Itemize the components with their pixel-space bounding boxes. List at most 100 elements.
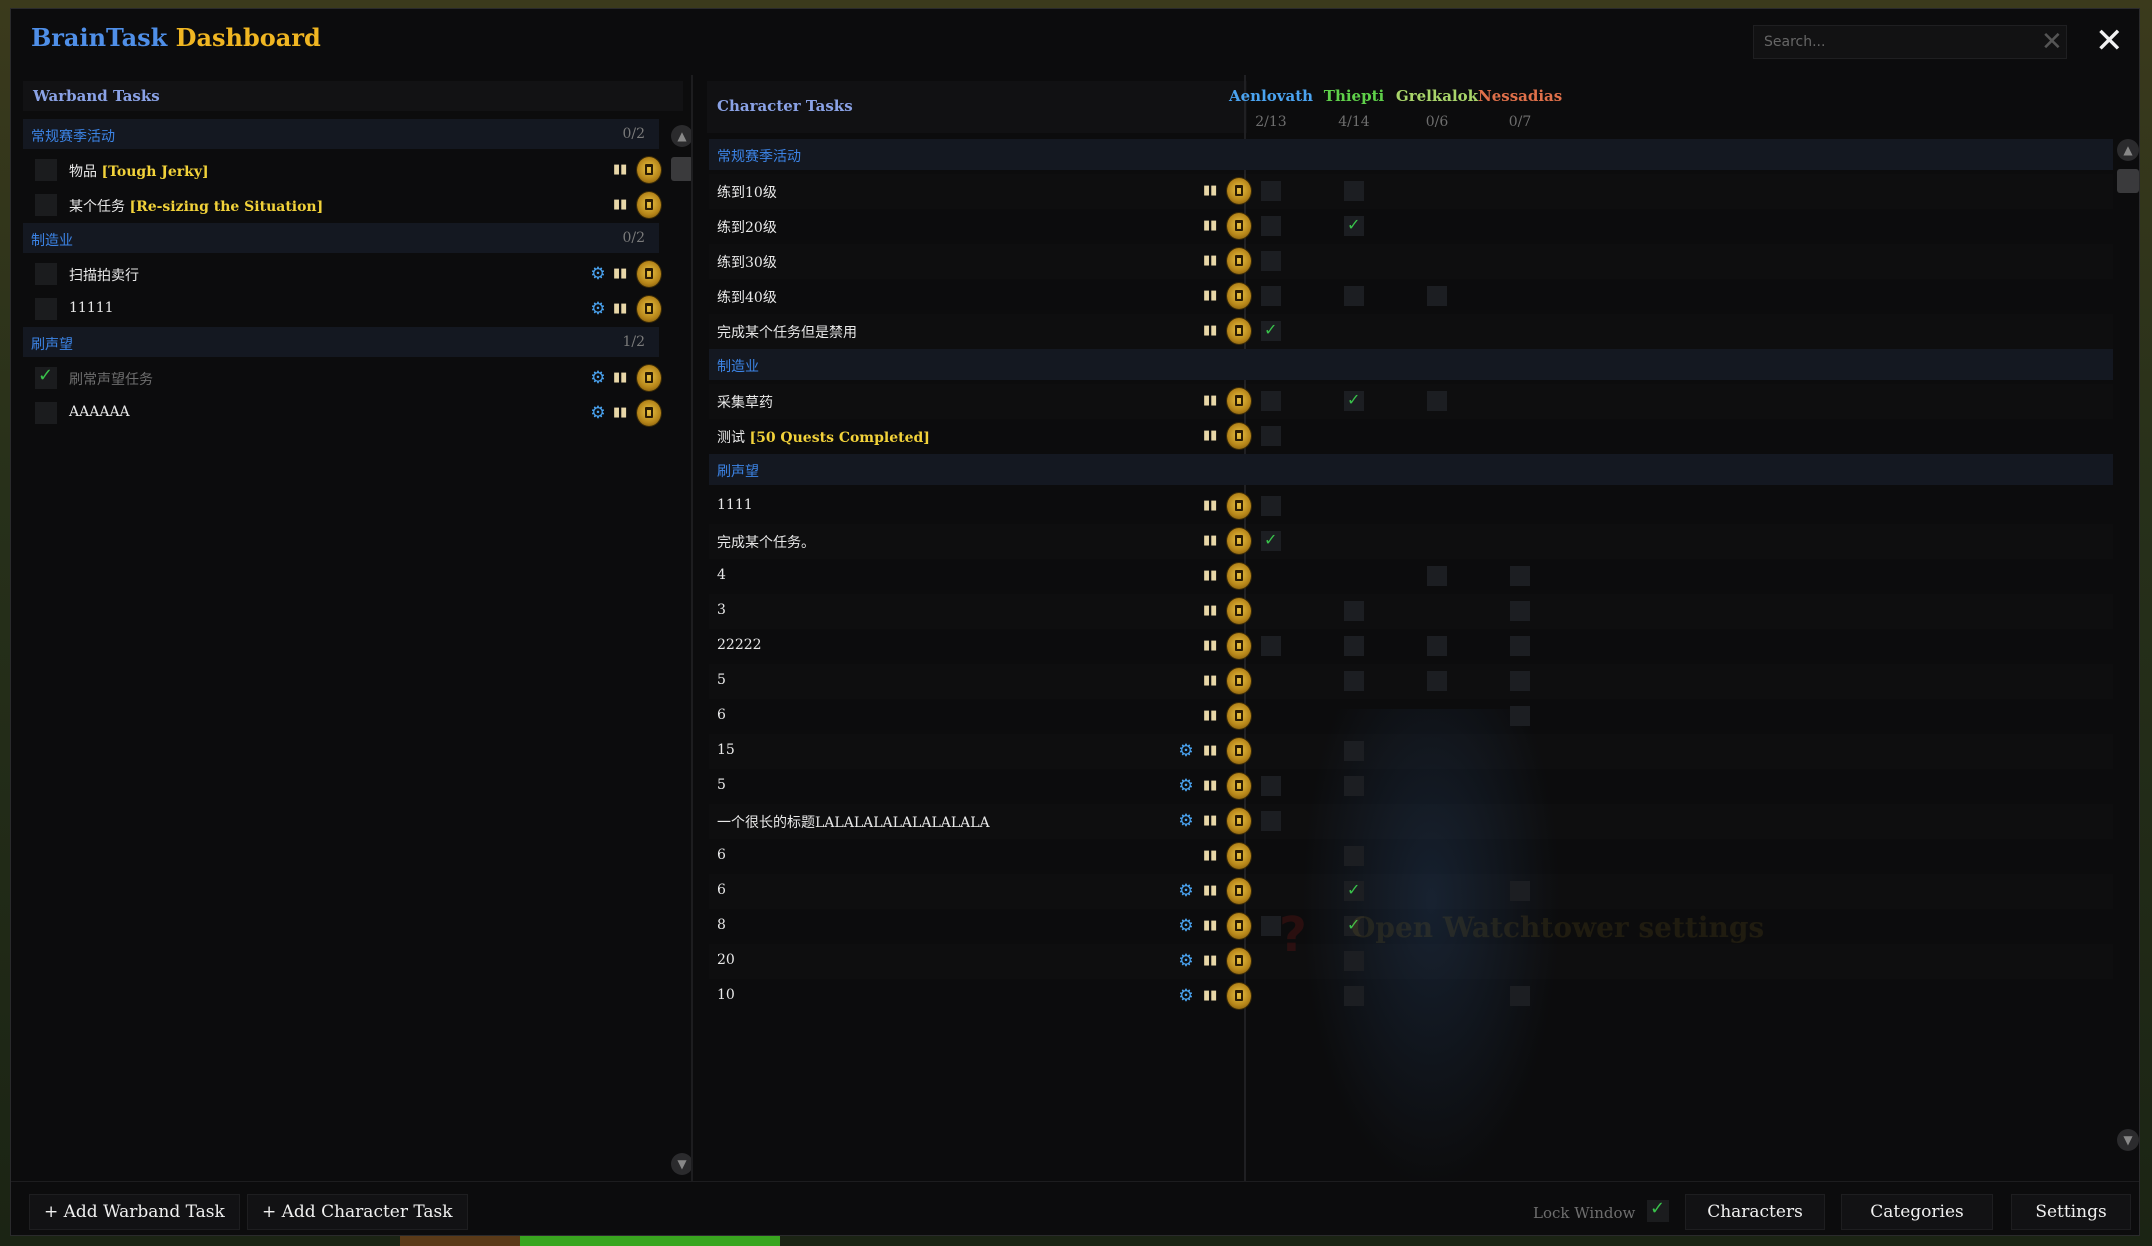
category-header[interactable]: 刷声望: [709, 454, 2113, 485]
gear-icon[interactable]: ⚙: [589, 369, 607, 387]
character-task-checkbox[interactable]: [1261, 251, 1281, 271]
book-icon[interactable]: ▮▮: [613, 301, 633, 317]
trash-icon[interactable]: [1227, 318, 1251, 344]
title-bar[interactable]: BrainTask Dashboard Search... ✕ ✕: [11, 9, 2139, 69]
character-task-checkbox[interactable]: [1344, 741, 1364, 761]
trash-icon[interactable]: [1227, 598, 1251, 624]
character-task-checkbox[interactable]: [1344, 601, 1364, 621]
trash-icon[interactable]: [637, 365, 661, 391]
trash-icon[interactable]: [1227, 388, 1251, 414]
trash-icon[interactable]: [1227, 248, 1251, 274]
category-header[interactable]: 常规赛季活动 0/2: [23, 119, 659, 149]
character-task-checkbox[interactable]: [1510, 566, 1530, 586]
gear-icon[interactable]: ⚙: [1177, 952, 1195, 970]
warband-scroll-thumb[interactable]: [671, 157, 693, 181]
character-scroll-down-icon[interactable]: ▼: [2117, 1129, 2139, 1151]
add-warband-task-button[interactable]: + Add Warband Task: [29, 1194, 240, 1230]
book-icon[interactable]: ▮▮: [1203, 778, 1223, 794]
book-icon[interactable]: ▮▮: [613, 197, 633, 213]
character-task-checkbox[interactable]: [1261, 636, 1281, 656]
character-task-checkbox[interactable]: [1344, 986, 1364, 1006]
character-task-checkbox[interactable]: [1427, 636, 1447, 656]
book-icon[interactable]: ▮▮: [1203, 743, 1223, 759]
book-icon[interactable]: ▮▮: [1203, 393, 1223, 409]
character-task-checkbox[interactable]: [1344, 636, 1364, 656]
book-icon[interactable]: ▮▮: [1203, 638, 1223, 654]
book-icon[interactable]: ▮▮: [1203, 498, 1223, 514]
character-task-checkbox[interactable]: [1427, 391, 1447, 411]
trash-icon[interactable]: [1227, 808, 1251, 834]
character-task-checkbox[interactable]: [1510, 636, 1530, 656]
character-task-checkbox[interactable]: [1261, 916, 1281, 936]
trash-icon[interactable]: [1227, 423, 1251, 449]
gear-icon[interactable]: ⚙: [589, 300, 607, 318]
book-icon[interactable]: ▮▮: [1203, 218, 1223, 234]
character-column-header[interactable]: Aenlovath 2/13: [1229, 87, 1313, 130]
close-icon[interactable]: ✕: [2095, 21, 2124, 61]
book-icon[interactable]: ▮▮: [1203, 323, 1223, 339]
book-icon[interactable]: ▮▮: [1203, 288, 1223, 304]
trash-icon[interactable]: [637, 261, 661, 287]
book-icon[interactable]: ▮▮: [613, 370, 633, 386]
categories-button[interactable]: Categories: [1841, 1194, 1993, 1230]
trash-icon[interactable]: [1227, 668, 1251, 694]
character-task-checkbox[interactable]: [1344, 215, 1364, 236]
character-scroll-up-icon[interactable]: ▲: [2117, 139, 2139, 161]
task-item-link[interactable]: [Re-sizing the Situation]: [129, 199, 323, 215]
trash-icon[interactable]: [1227, 178, 1251, 204]
character-column-header[interactable]: Grelkalok 0/6: [1395, 87, 1479, 130]
character-column-header[interactable]: Thiepti 4/14: [1312, 87, 1396, 130]
trash-icon[interactable]: [1227, 493, 1251, 519]
warband-scroll-down-icon[interactable]: ▼: [671, 1153, 693, 1175]
trash-icon[interactable]: [1227, 703, 1251, 729]
character-task-checkbox[interactable]: [1261, 286, 1281, 306]
trash-icon[interactable]: [637, 157, 661, 183]
task-item-link[interactable]: [Tough Jerky]: [101, 164, 208, 180]
gear-icon[interactable]: ⚙: [1177, 812, 1195, 830]
book-icon[interactable]: ▮▮: [613, 162, 633, 178]
clear-search-icon[interactable]: ✕: [2041, 27, 2063, 57]
category-header[interactable]: 制造业: [709, 349, 2113, 380]
task-checkbox[interactable]: [35, 298, 57, 320]
character-task-checkbox[interactable]: [1261, 776, 1281, 796]
task-checkbox[interactable]: [35, 194, 57, 216]
book-icon[interactable]: ▮▮: [1203, 848, 1223, 864]
book-icon[interactable]: ▮▮: [1203, 708, 1223, 724]
character-task-checkbox[interactable]: [1261, 530, 1281, 551]
add-character-task-button[interactable]: + Add Character Task: [247, 1194, 468, 1230]
task-checkbox[interactable]: [35, 402, 57, 424]
trash-icon[interactable]: [1227, 843, 1251, 869]
gear-icon[interactable]: ⚙: [1177, 987, 1195, 1005]
character-task-checkbox[interactable]: [1510, 986, 1530, 1006]
character-task-checkbox[interactable]: [1344, 181, 1364, 201]
character-task-checkbox[interactable]: [1261, 496, 1281, 516]
book-icon[interactable]: ▮▮: [1203, 918, 1223, 934]
character-task-checkbox[interactable]: [1261, 181, 1281, 201]
character-task-checkbox[interactable]: [1261, 426, 1281, 446]
character-task-checkbox[interactable]: [1427, 566, 1447, 586]
trash-icon[interactable]: [1227, 913, 1251, 939]
trash-icon[interactable]: [637, 192, 661, 218]
category-header[interactable]: 刷声望 1/2: [23, 327, 659, 357]
character-task-checkbox[interactable]: [1261, 811, 1281, 831]
trash-icon[interactable]: [1227, 738, 1251, 764]
character-column-header[interactable]: Nessadias 0/7: [1478, 87, 1562, 130]
book-icon[interactable]: ▮▮: [1203, 883, 1223, 899]
task-checkbox[interactable]: [35, 365, 57, 389]
trash-icon[interactable]: [1227, 528, 1251, 554]
character-task-checkbox[interactable]: [1344, 671, 1364, 691]
character-task-checkbox[interactable]: [1344, 951, 1364, 971]
character-task-checkbox[interactable]: [1344, 286, 1364, 306]
book-icon[interactable]: ▮▮: [1203, 953, 1223, 969]
character-task-checkbox[interactable]: [1261, 391, 1281, 411]
category-header[interactable]: 制造业 0/2: [23, 223, 659, 253]
trash-icon[interactable]: [637, 400, 661, 426]
category-header[interactable]: 常规赛季活动: [709, 139, 2113, 170]
trash-icon[interactable]: [1227, 773, 1251, 799]
gear-icon[interactable]: ⚙: [589, 404, 607, 422]
character-task-checkbox[interactable]: [1344, 846, 1364, 866]
book-icon[interactable]: ▮▮: [1203, 568, 1223, 584]
trash-icon[interactable]: [1227, 878, 1251, 904]
gear-icon[interactable]: ⚙: [1177, 882, 1195, 900]
task-checkbox[interactable]: [35, 263, 57, 285]
